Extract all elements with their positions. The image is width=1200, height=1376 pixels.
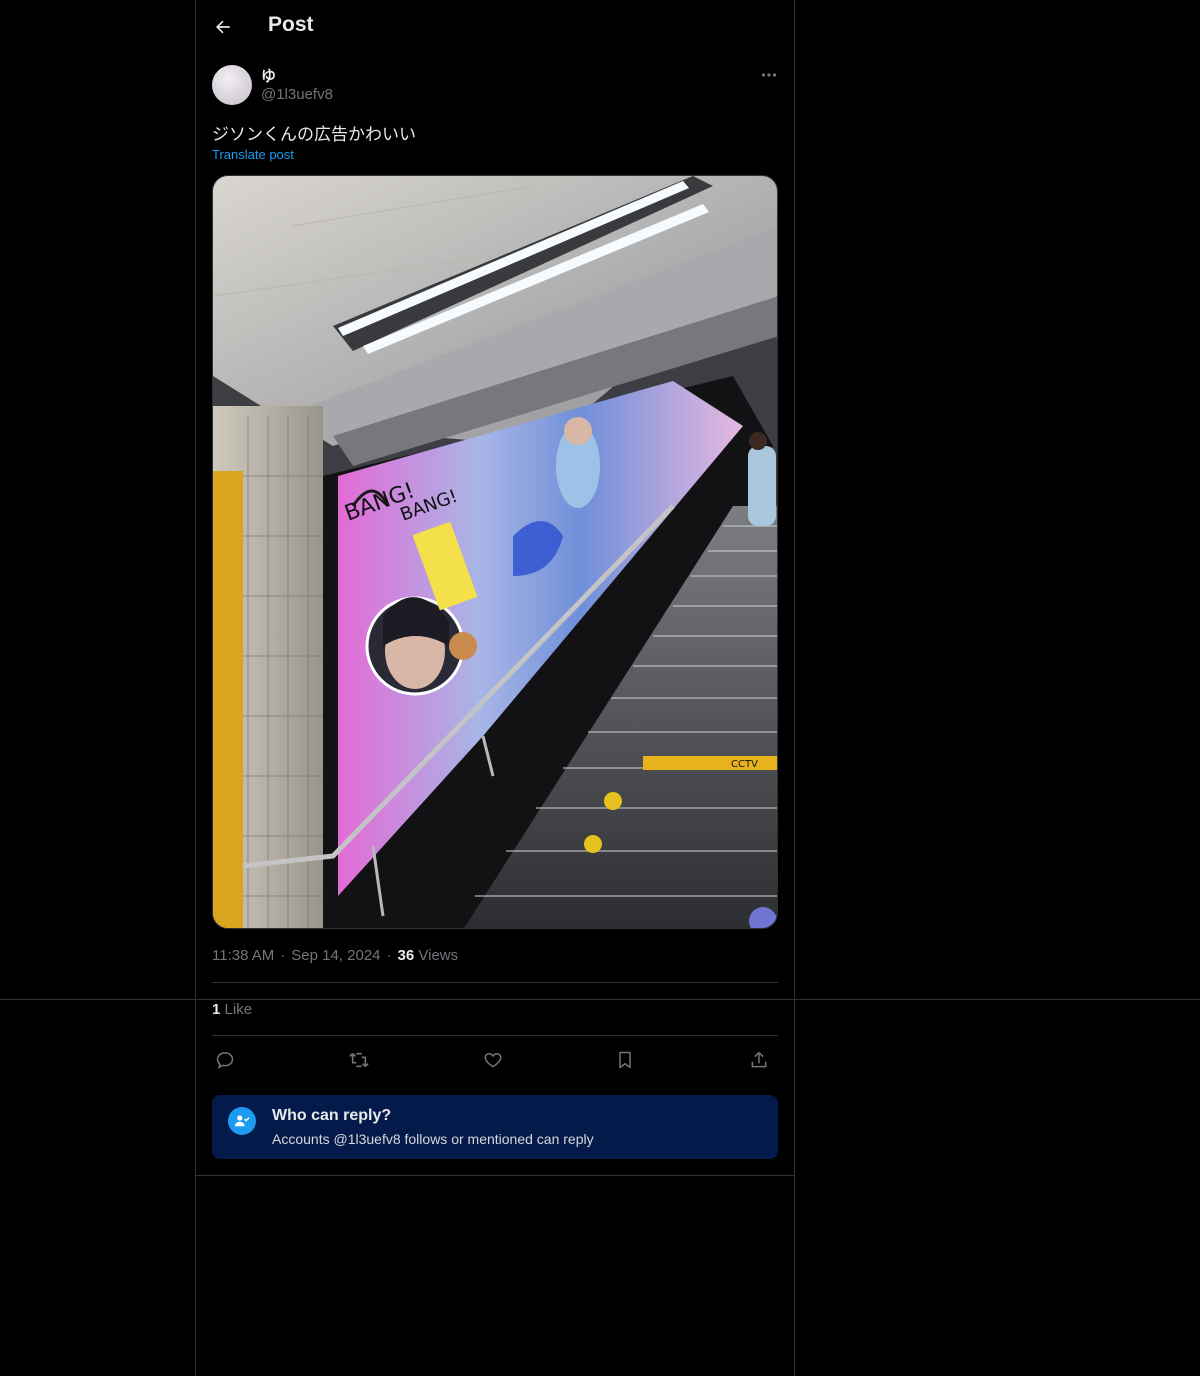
back-arrow-icon — [216, 20, 230, 34]
likes-label: Like — [224, 1001, 253, 1018]
reply-icon — [216, 1052, 234, 1069]
share-icon — [751, 1051, 767, 1068]
subway-stairs-photo: BANG! BANG! CCTV — [213, 176, 777, 928]
likes-count: 1 — [212, 1001, 221, 1018]
bookmark-icon — [619, 1051, 631, 1069]
reply-button[interactable] — [212, 1047, 238, 1073]
meta-separator: · — [386, 947, 392, 964]
post-text: ジソンくんの広告かわいい — [212, 125, 416, 145]
likes-link[interactable]: 1 Like — [212, 1001, 252, 1018]
avatar[interactable] — [212, 65, 252, 105]
bookmark-button[interactable] — [612, 1047, 638, 1073]
post-date[interactable]: Sep 14, 2024 — [291, 947, 380, 964]
share-button[interactable] — [746, 1047, 772, 1073]
action-bar — [212, 1045, 778, 1075]
author-handle[interactable]: @1l3uefv8 — [261, 86, 333, 103]
reply-restriction-title: Who can reply? — [272, 1107, 392, 1124]
views-label: Views — [418, 947, 459, 964]
more-options-button[interactable] — [758, 66, 780, 84]
views-count: 36 — [397, 947, 415, 964]
meta-separator: · — [280, 947, 286, 964]
separator — [212, 1035, 778, 1036]
post-time[interactable]: 11:38 AM — [212, 947, 274, 964]
author-display-name[interactable]: ゆ — [261, 65, 276, 86]
post-image[interactable]: BANG! BANG! CCTV — [212, 175, 778, 929]
translate-post-link[interactable]: Translate post — [212, 147, 294, 162]
like-icon — [484, 1052, 502, 1068]
like-button[interactable] — [480, 1047, 506, 1073]
repost-icon — [349, 1052, 369, 1068]
repost-button[interactable] — [346, 1047, 372, 1073]
reply-restriction-notice: Who can reply? Accounts @1l3uefv8 follow… — [212, 1095, 778, 1159]
separator — [212, 982, 778, 983]
page-header: Post — [196, 0, 794, 55]
post-meta: 11:38 AM · Sep 14, 2024 · 36 Views — [212, 947, 458, 964]
reply-restriction-subtitle: Accounts @1l3uefv8 follows or mentioned … — [272, 1131, 594, 1147]
cctv-sign-text: CCTV — [731, 759, 758, 770]
separator — [196, 1175, 794, 1176]
more-dots-icon — [761, 73, 777, 77]
mentioned-users-icon — [228, 1107, 256, 1135]
back-button[interactable] — [210, 12, 236, 42]
primary-column: Post ゆ @1l3uefv8 ジソンくんの広告かわいい Translate … — [195, 0, 795, 1376]
page-title: Post — [268, 13, 314, 36]
